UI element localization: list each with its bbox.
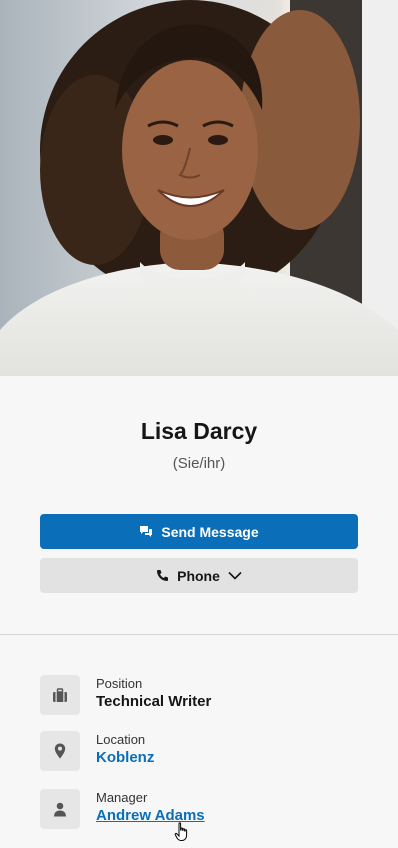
location-label: Location [96,732,146,747]
person-icon [40,789,80,829]
manager-label: Manager [96,790,148,805]
briefcase-icon [40,675,80,715]
map-pin-icon [40,731,80,771]
section-divider [0,634,398,635]
chat-bubbles-icon [139,525,153,538]
detail-location: Location Koblenz [40,731,360,773]
chevron-down-icon [228,571,242,580]
profile-photo-illustration [0,0,398,376]
position-label: Position [96,676,143,691]
send-message-label: Send Message [161,523,259,540]
detail-position: Position Technical Writer [40,675,360,717]
detail-manager: Manager Andrew Adams [40,789,360,831]
position-value: Technical Writer [96,693,212,710]
profile-pronouns: (Sie/ihr) [172,455,226,472]
profile-name: Lisa Darcy [140,418,258,444]
phone-label: Phone [177,567,220,584]
send-message-button[interactable]: Send Message [40,514,358,549]
location-link[interactable]: Koblenz [96,749,154,766]
phone-button[interactable]: Phone [40,558,358,593]
profile-photo [0,0,398,376]
profile-card: Lisa Darcy (Sie/ihr) Send Message Phone [0,0,398,848]
phone-icon [156,569,169,582]
hand-pointer-icon [174,822,190,847]
